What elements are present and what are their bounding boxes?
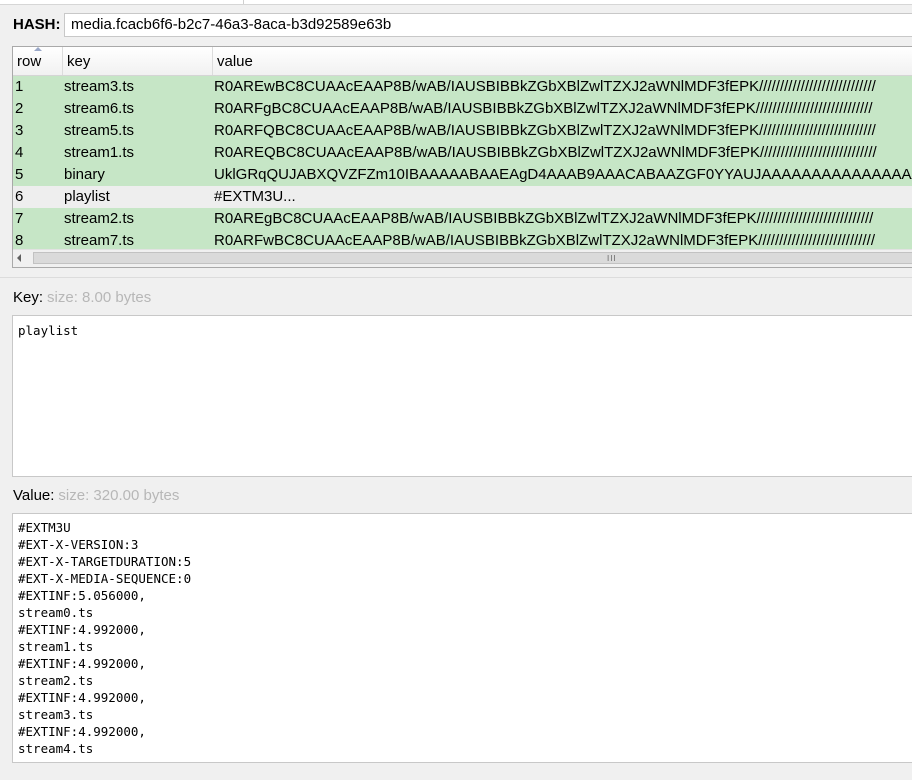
cell-value: R0AREwBC8CUAAcEAAP8B/wAB/IAUSBIBBkZGbXBl…	[214, 78, 876, 95]
value-line: stream0.ts	[18, 605, 94, 620]
value-line: #EXT-X-VERSION:3	[18, 537, 139, 552]
value-line: #EXTM3U	[18, 520, 71, 535]
value-line: stream1.ts	[18, 639, 94, 654]
cell-row: 7	[15, 210, 24, 227]
table-row[interactable]: 1 stream3.ts R0AREwBC8CUAAcEAAP8B/wAB/IAUS…	[13, 76, 912, 98]
cell-key: binary	[64, 166, 105, 183]
sort-ascending-icon	[34, 47, 42, 51]
value-line: #EXT-X-MEDIA-SEQUENCE:0	[18, 571, 192, 586]
cell-value: R0AREQBC8CUAAcEAAP8B/wAB/IAUSBIBBkZGbXBl…	[214, 144, 877, 161]
table-row[interactable]: 2 stream6.ts R0ARFgBC8CUAAcEAAP8B/wAB/IAUS…	[13, 98, 912, 120]
column-header-row-label: row	[17, 53, 42, 70]
key-label: Key:	[13, 289, 44, 306]
cell-key: playlist	[64, 188, 110, 205]
value-line: #EXTINF:4.992000,	[18, 690, 146, 705]
table-row[interactable]: 6 playlist #EXTM3U...	[13, 186, 912, 208]
value-line: stream2.ts	[18, 673, 94, 688]
cell-value: R0ARFgBC8CUAAcEAAP8B/wAB/IAUSBIBBkZGbXBl…	[214, 100, 873, 117]
table-row[interactable]: 7 stream2.ts R0AREgBC8CUAAcEAAP8B/wAB/IAUS…	[13, 208, 912, 230]
cell-row: 4	[15, 144, 24, 161]
key-section-label: Key: size: 8.00 bytes	[13, 289, 151, 306]
value-line: #EXTINF:4.992000,	[18, 622, 146, 637]
cell-row: 6	[15, 188, 24, 205]
cell-row: 2	[15, 100, 24, 117]
scroll-left-arrow-icon[interactable]	[17, 254, 21, 262]
cell-value: R0AREgBC8CUAAcEAAP8B/wAB/IAUSBIBBkZGbXBl…	[214, 210, 874, 227]
cell-value: R0ARFQBC8CUAAcEAAP8B/wAB/IAUSBIBBkZGbXBl…	[214, 122, 876, 139]
cell-value: UklGRqQUJABXQVZFZm10IBAAAAABAAEAgD4AAAB9…	[214, 166, 912, 183]
value-editor[interactable]: #EXTM3U #EXT-X-VERSION:3 #EXT-X-TARGETDURA…	[12, 513, 912, 763]
scrollbar-thumb[interactable]: III	[33, 252, 912, 264]
value-line: #EXTINF:4.992000,	[18, 724, 146, 739]
hash-table[interactable]: row key value 1 stream3.ts R0AREwBC8CUAAcE…	[12, 46, 912, 268]
table-row[interactable]: 3 stream5.ts R0ARFQBC8CUAAcEAAP8B/wAB/IAUS…	[13, 120, 912, 142]
cell-value: #EXTM3U...	[214, 188, 296, 205]
table-header: row key value	[13, 47, 912, 76]
column-header-key[interactable]: key	[63, 47, 213, 75]
cell-key: stream6.ts	[64, 100, 135, 117]
horizontal-scrollbar[interactable]: III	[13, 249, 912, 267]
hash-name-field[interactable]: media.fcacb6f6-b2c7-46a3-8aca-b3d92589e6…	[64, 13, 912, 37]
hash-label: HASH:	[13, 16, 61, 33]
cell-row: 3	[15, 122, 24, 139]
cell-row: 5	[15, 166, 24, 183]
cell-key: stream1.ts	[64, 144, 135, 161]
hash-row: HASH: media.fcacb6f6-b2c7-46a3-8aca-b3d9…	[0, 10, 912, 40]
cell-key: stream3.ts	[64, 78, 135, 95]
cell-row: 1	[15, 78, 24, 95]
cell-key: stream5.ts	[64, 122, 135, 139]
value-section-label: Value: size: 320.00 bytes	[13, 487, 179, 504]
section-divider	[0, 277, 912, 278]
top-toolbar-edge	[0, 0, 912, 5]
toolbar-divider	[243, 0, 244, 4]
value-size-hint: size: 320.00 bytes	[58, 487, 180, 504]
key-editor[interactable]: playlist	[12, 315, 912, 477]
value-line: stream3.ts	[18, 707, 94, 722]
value-line: #EXTINF:5.056000,	[18, 588, 146, 603]
table-row[interactable]: 4 stream1.ts R0AREQBC8CUAAcEAAP8B/wAB/IAUS…	[13, 142, 912, 164]
cell-key: stream2.ts	[64, 210, 135, 227]
value-label: Value:	[13, 487, 55, 504]
column-header-value[interactable]: value	[213, 47, 912, 75]
table-row[interactable]: 5 binary UklGRqQUJABXQVZFZm10IBAAAAABAAEAg…	[13, 164, 912, 186]
value-line: #EXT-X-TARGETDURATION:5	[18, 554, 192, 569]
column-header-row[interactable]: row	[13, 47, 63, 75]
value-line: stream4.ts	[18, 741, 94, 756]
key-size-hint: size: 8.00 bytes	[47, 289, 152, 306]
scrollbar-grip: III	[607, 254, 617, 263]
value-line: #EXTINF:4.992000,	[18, 656, 146, 671]
